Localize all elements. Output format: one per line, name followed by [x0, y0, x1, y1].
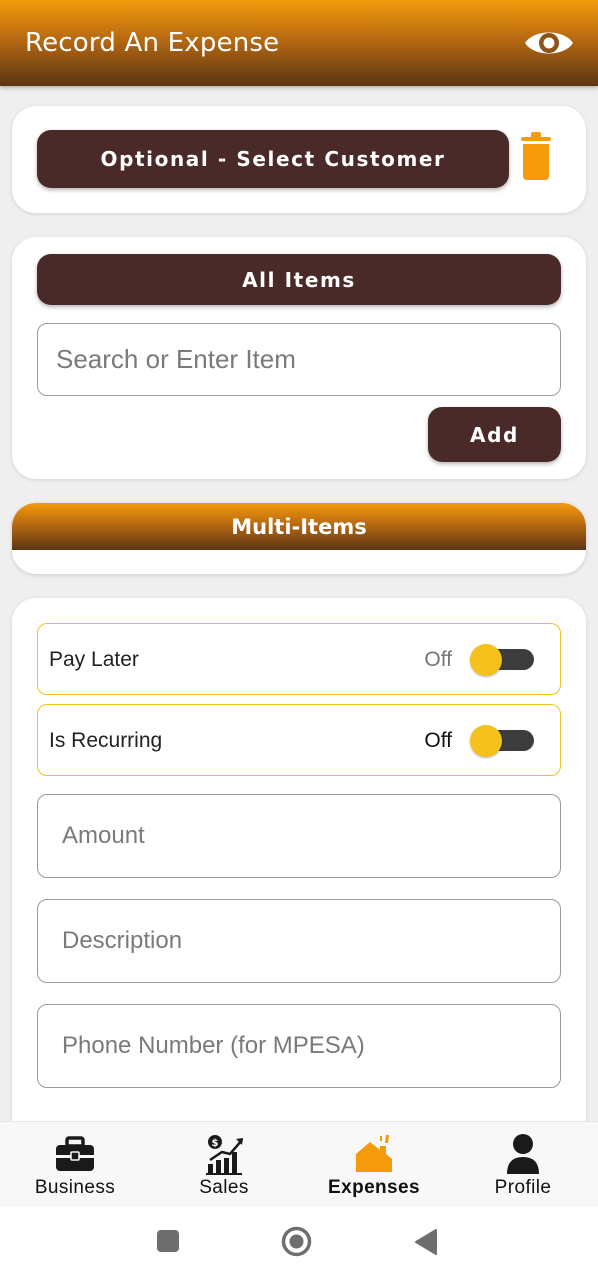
nav-label-expenses: Expenses: [328, 1177, 420, 1198]
nav-item-profile[interactable]: Profile: [448, 1122, 598, 1208]
nav-label-business: Business: [34, 1177, 116, 1198]
switch-knob: [470, 725, 502, 757]
svg-text:$: $: [212, 1138, 219, 1149]
all-items-label: All Items: [242, 267, 356, 292]
pay-later-switch[interactable]: [470, 644, 536, 676]
add-item-label: Add: [470, 422, 519, 447]
multi-items-header[interactable]: Multi-Items: [12, 503, 586, 550]
pay-later-toggle-row[interactable]: Pay Later Off: [37, 623, 561, 695]
pay-later-state: Off: [424, 648, 452, 671]
description-field: [37, 899, 561, 983]
select-customer-label: Optional - Select Customer: [100, 147, 446, 171]
expenses-house-icon: [356, 1135, 392, 1172]
person-icon: [507, 1134, 539, 1174]
amount-field: [37, 794, 561, 878]
customer-card: Optional - Select Customer: [12, 106, 586, 213]
expense-form-card: Pay Later Off Is Recurring Off: [12, 598, 586, 1138]
eye-icon[interactable]: [522, 24, 576, 62]
sales-chart-icon: $: [206, 1135, 243, 1175]
multi-items-label: Multi-Items: [231, 514, 367, 539]
phone-input[interactable]: [38, 1005, 560, 1087]
item-search-input[interactable]: [38, 324, 560, 395]
phone-field: [37, 1004, 561, 1088]
nav-item-sales[interactable]: $ Sales: [149, 1122, 299, 1208]
page-title: Record An Expense: [25, 28, 280, 58]
is-recurring-switch[interactable]: [470, 725, 536, 757]
item-search-field: [37, 323, 561, 396]
nav-label-sales: Sales: [199, 1177, 249, 1198]
is-recurring-state: Off: [424, 729, 452, 752]
system-nav-bar: [0, 1207, 598, 1280]
select-customer-button[interactable]: Optional - Select Customer: [37, 130, 509, 188]
is-recurring-label: Is Recurring: [49, 729, 163, 752]
nav-item-business[interactable]: Business: [0, 1122, 150, 1208]
nav-item-expenses[interactable]: Expenses: [299, 1122, 449, 1208]
is-recurring-toggle-row[interactable]: Is Recurring Off: [37, 704, 561, 776]
back-icon[interactable]: [414, 1228, 438, 1256]
description-input[interactable]: [38, 900, 560, 982]
nav-label-profile: Profile: [494, 1177, 552, 1198]
pay-later-label: Pay Later: [49, 648, 139, 671]
home-icon[interactable]: [281, 1226, 312, 1257]
briefcase-icon: [56, 1136, 94, 1171]
add-item-button[interactable]: Add: [428, 407, 561, 462]
switch-knob: [470, 644, 502, 676]
multi-items-card: Multi-Items: [12, 503, 586, 574]
recents-icon[interactable]: [157, 1230, 179, 1252]
all-items-button[interactable]: All Items: [37, 254, 561, 305]
items-card: All Items Add: [12, 237, 586, 479]
trash-icon[interactable]: [520, 132, 552, 182]
app-bar: Record An Expense: [0, 0, 598, 86]
amount-input[interactable]: [38, 795, 560, 877]
bottom-nav: Business $ Sales Expenses Profile: [0, 1121, 598, 1208]
